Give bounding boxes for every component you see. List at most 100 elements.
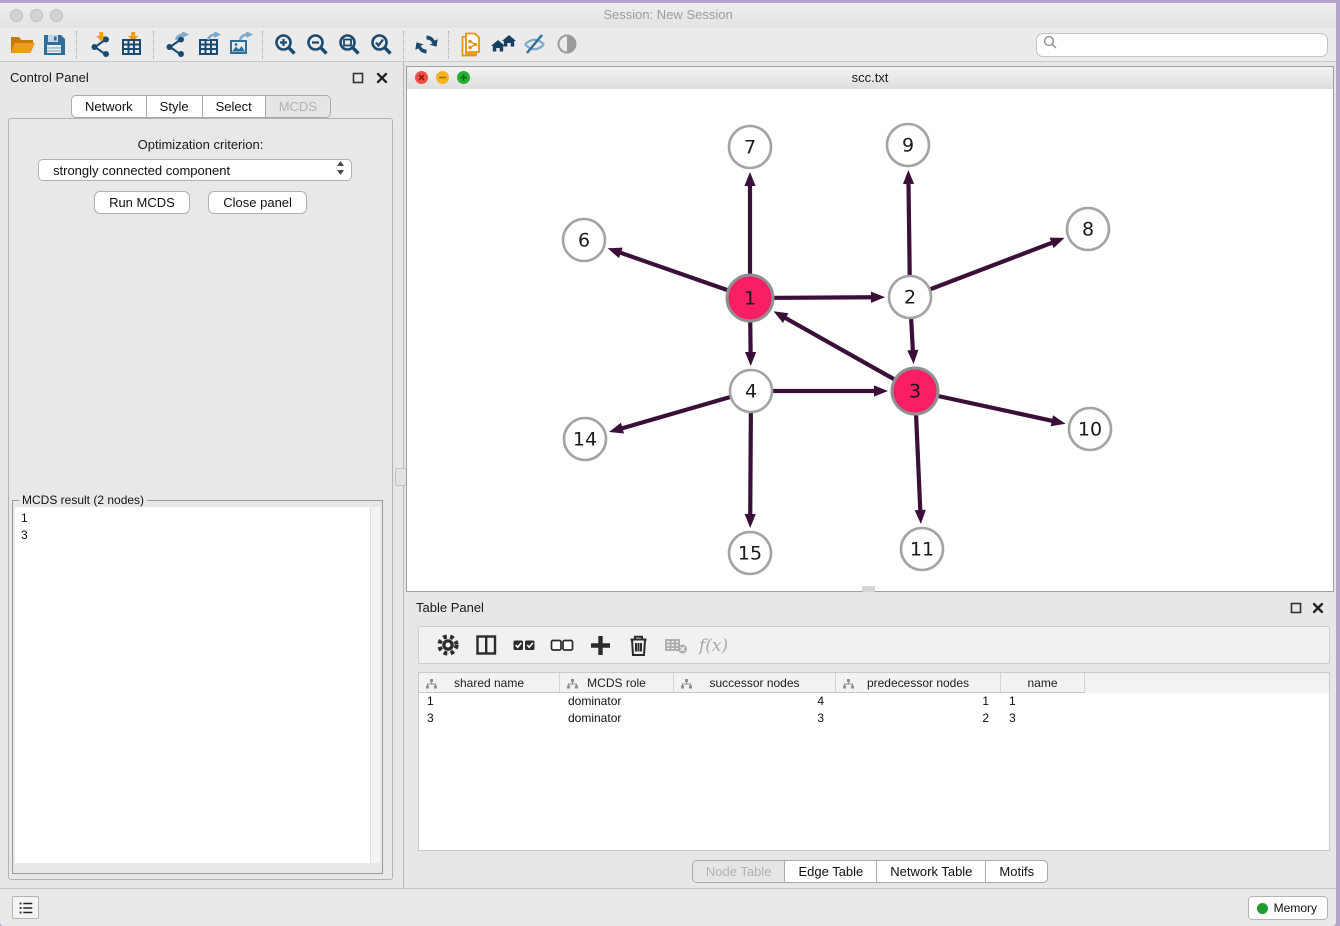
node-table[interactable]: shared nameMCDS rolesuccessor nodesprede… — [418, 672, 1330, 851]
close-panel-icon[interactable] — [374, 70, 390, 86]
zoom-in-icon[interactable] — [269, 30, 301, 60]
gear-icon[interactable] — [429, 630, 467, 660]
hide-selected-icon[interactable] — [519, 30, 551, 60]
cell-name[interactable]: 3 — [1001, 710, 1085, 727]
task-list-icon — [16, 899, 36, 917]
zoom-selected-icon[interactable] — [365, 30, 397, 60]
svg-text:9: 9 — [902, 135, 914, 157]
svg-text:2: 2 — [904, 287, 916, 309]
graph-node-14[interactable]: 14 — [564, 418, 606, 460]
result-scrollbar[interactable] — [370, 507, 380, 863]
tab-edge-table[interactable]: Edge Table — [784, 861, 876, 882]
table-row[interactable]: 3dominator323 — [419, 710, 1329, 727]
cell-name[interactable]: 1 — [1001, 693, 1085, 710]
graph-node-3[interactable]: 3 — [892, 368, 938, 414]
zoom-out-icon[interactable] — [301, 30, 333, 60]
table-panel-tabs: Node TableEdge TableNetwork TableMotifs — [692, 860, 1048, 883]
search-box[interactable] — [1036, 33, 1328, 57]
table-toolbar: f(x) — [418, 626, 1330, 664]
export-image-icon[interactable] — [224, 30, 256, 60]
table-row[interactable]: 1dominator411 — [419, 693, 1329, 710]
column-header-successor-nodes[interactable]: successor nodes — [674, 673, 836, 693]
tab-select[interactable]: Select — [202, 96, 265, 117]
graph-node-1[interactable]: 1 — [727, 275, 773, 321]
tree-icon — [843, 678, 854, 692]
cell-MCDS-role[interactable]: dominator — [560, 710, 674, 727]
float-panel-icon[interactable] — [350, 70, 366, 86]
tab-style[interactable]: Style — [146, 96, 202, 117]
tab-network[interactable]: Network — [72, 96, 146, 117]
search-icon — [1043, 35, 1058, 55]
column-header-name[interactable]: name — [1001, 673, 1085, 693]
tab-node-table[interactable]: Node Table — [693, 861, 785, 882]
table-header-row: shared nameMCDS rolesuccessor nodesprede… — [419, 673, 1329, 693]
import-network-icon[interactable] — [83, 30, 115, 60]
graph-node-2[interactable]: 2 — [889, 276, 931, 318]
show-all-icon[interactable] — [551, 30, 583, 60]
apply-preferred-layout-icon[interactable] — [410, 30, 442, 60]
cell-shared-name[interactable]: 3 — [419, 710, 560, 727]
task-history-button[interactable] — [12, 896, 39, 919]
cell-successor-nodes[interactable]: 3 — [674, 710, 836, 727]
graph-node-7[interactable]: 7 — [729, 126, 771, 168]
search-input[interactable] — [1062, 35, 1327, 55]
first-neighbors-icon[interactable] — [487, 30, 519, 60]
svg-text:f(x): f(x) — [697, 636, 728, 656]
svg-text:15: 15 — [738, 543, 762, 565]
column-header-predecessor-nodes[interactable]: predecessor nodes — [836, 673, 1001, 693]
save-session-icon[interactable] — [38, 30, 70, 60]
column-header-MCDS-role[interactable]: MCDS role — [560, 673, 674, 693]
table-panel-header: Table Panel — [406, 598, 1334, 618]
tree-icon — [426, 678, 437, 692]
toolbar-separator — [153, 31, 154, 59]
mcds-result-textarea[interactable]: 1 3 — [15, 507, 380, 863]
graph-node-11[interactable]: 11 — [901, 528, 943, 570]
criterion-value: strongly connected component — [53, 163, 336, 178]
import-table-icon[interactable] — [115, 30, 147, 60]
svg-text:3: 3 — [909, 381, 921, 403]
mcds-result-box: MCDS result (2 nodes) 1 3 — [12, 493, 383, 874]
network-splitter-grip[interactable] — [862, 586, 875, 592]
export-network-icon[interactable] — [160, 30, 192, 60]
deselect-all-checks-icon[interactable] — [543, 630, 581, 660]
graph-node-4[interactable]: 4 — [730, 370, 772, 412]
tab-mcds[interactable]: MCDS — [265, 96, 330, 117]
network-graph[interactable]: 7 9 6 8 1 2 4 3 14 10 15 11 — [407, 89, 1333, 591]
select-all-checks-icon[interactable] — [505, 630, 543, 660]
network-window-titlebar: scc.txt — [407, 67, 1333, 90]
delete-table-icon[interactable] — [657, 630, 695, 660]
graph-node-6[interactable]: 6 — [563, 219, 605, 261]
tab-motifs[interactable]: Motifs — [985, 861, 1047, 882]
cell-MCDS-role[interactable]: dominator — [560, 693, 674, 710]
network-canvas[interactable]: 7 9 6 8 1 2 4 3 14 10 15 11 — [407, 89, 1333, 591]
svg-text:11: 11 — [910, 539, 934, 561]
close-panel-button[interactable]: Close panel — [208, 191, 307, 214]
add-column-icon[interactable] — [581, 630, 619, 660]
memory-button[interactable]: Memory — [1248, 896, 1328, 920]
criterion-select[interactable]: strongly connected component — [38, 159, 352, 181]
cell-successor-nodes[interactable]: 4 — [674, 693, 836, 710]
float-table-panel-icon[interactable] — [1288, 600, 1304, 616]
graph-node-8[interactable]: 8 — [1067, 208, 1109, 250]
graph-node-10[interactable]: 10 — [1069, 408, 1111, 450]
toolbar-separator — [403, 31, 404, 59]
zoom-fit-icon[interactable] — [333, 30, 365, 60]
cell-shared-name[interactable]: 1 — [419, 693, 560, 710]
tab-network-table[interactable]: Network Table — [876, 861, 985, 882]
toolbar-separator — [76, 31, 77, 59]
graph-node-15[interactable]: 15 — [729, 532, 771, 574]
open-session-icon[interactable] — [6, 30, 38, 60]
mcds-result-title: MCDS result (2 nodes) — [19, 493, 147, 507]
clone-network-icon[interactable] — [455, 30, 487, 60]
column-header-shared-name[interactable]: shared name — [419, 673, 560, 693]
split-columns-icon[interactable] — [467, 630, 505, 660]
table-body: 1dominator4113dominator323 — [419, 693, 1329, 727]
function-icon[interactable]: f(x) — [695, 630, 733, 660]
graph-node-9[interactable]: 9 — [887, 124, 929, 166]
cell-predecessor-nodes[interactable]: 1 — [836, 693, 1001, 710]
cell-predecessor-nodes[interactable]: 2 — [836, 710, 1001, 727]
export-table-icon[interactable] — [192, 30, 224, 60]
run-mcds-button[interactable]: Run MCDS — [94, 191, 190, 214]
delete-column-icon[interactable] — [619, 630, 657, 660]
close-table-panel-icon[interactable] — [1310, 600, 1326, 616]
